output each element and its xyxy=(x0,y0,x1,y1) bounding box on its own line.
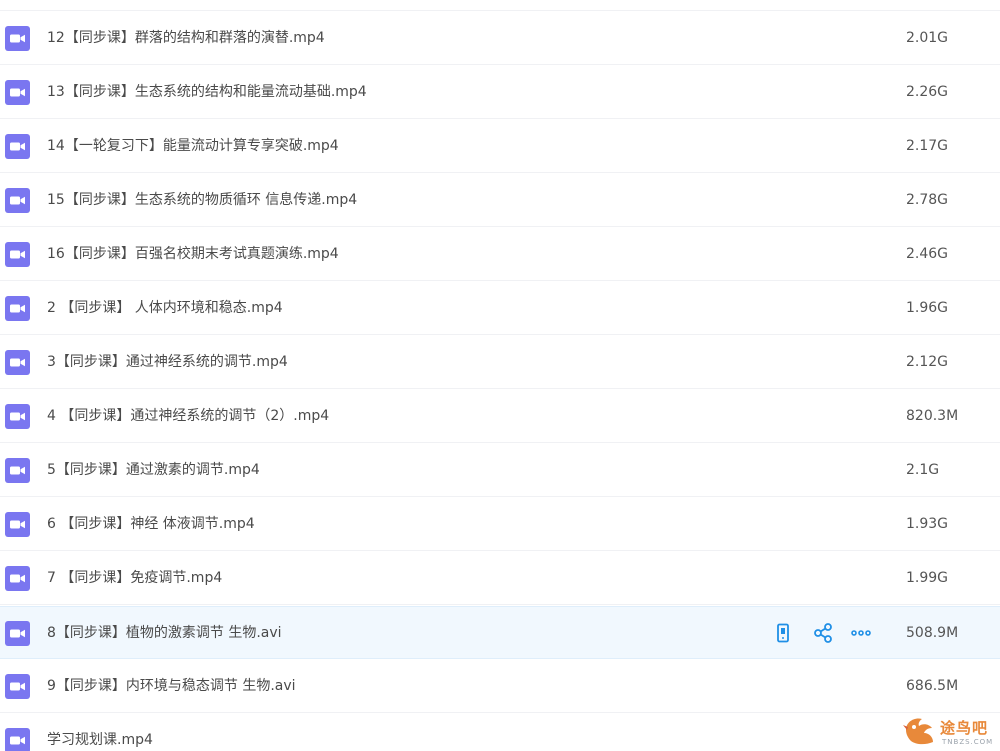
file-name[interactable]: 14【一轮复习下】能量流动计算专享突破.mp4 xyxy=(47,137,339,155)
file-list: 12【同步课】群落的结构和群落的演替.mp4 2.01G 13【同步课】生态系统的结… xyxy=(0,0,1000,751)
file-size: 2.17G xyxy=(906,138,949,154)
video-icon xyxy=(5,728,30,751)
file-name[interactable]: 2 【同步课】 人体内环境和稳态.mp4 xyxy=(47,299,283,317)
video-icon xyxy=(5,134,30,159)
file-size: 2.78G xyxy=(906,192,949,208)
video-icon xyxy=(5,296,30,321)
share-button[interactable] xyxy=(812,622,834,644)
file-row[interactable]: 13【同步课】生态系统的结构和能量流动基础.mp4 2.26G xyxy=(0,66,1000,119)
send-to-phone-button[interactable] xyxy=(772,622,794,644)
file-name[interactable]: 7 【同步课】免疫调节.mp4 xyxy=(47,569,222,587)
file-size: 1.93G xyxy=(906,516,949,532)
video-icon xyxy=(5,242,30,267)
file-size: 2.01G xyxy=(906,30,949,46)
file-row[interactable]: 12【同步课】群落的结构和群落的演替.mp4 2.01G xyxy=(0,12,1000,65)
file-name[interactable]: 13【同步课】生态系统的结构和能量流动基础.mp4 xyxy=(47,83,367,101)
file-name[interactable]: 5【同步课】通过激素的调节.mp4 xyxy=(47,461,260,479)
video-icon xyxy=(5,26,30,51)
file-name[interactable]: 学习规划课.mp4 xyxy=(47,731,153,749)
file-name[interactable]: 8【同步课】植物的激素调节 生物.avi xyxy=(47,624,282,642)
video-icon xyxy=(5,512,30,537)
previous-row-edge xyxy=(0,0,1000,11)
video-icon xyxy=(5,674,30,699)
video-icon xyxy=(5,458,30,483)
file-name[interactable]: 15【同步课】生态系统的物质循环 信息传递.mp4 xyxy=(47,191,357,209)
file-size: 508.9M xyxy=(906,625,959,641)
file-row[interactable]: 9【同步课】内环境与稳态调节 生物.avi 686.5M xyxy=(0,660,1000,713)
file-name[interactable]: 12【同步课】群落的结构和群落的演替.mp4 xyxy=(47,29,325,47)
file-row[interactable]: 7 【同步课】免疫调节.mp4 1.99G xyxy=(0,552,1000,605)
file-row[interactable]: 3【同步课】通过神经系统的调节.mp4 2.12G xyxy=(0,336,1000,389)
file-name[interactable]: 9【同步课】内环境与稳态调节 生物.avi xyxy=(47,677,296,695)
video-icon xyxy=(5,80,30,105)
file-row[interactable]: 4 【同步课】通过神经系统的调节（2）.mp4 820.3M xyxy=(0,390,1000,443)
file-size: 2.12G xyxy=(906,354,949,370)
file-row[interactable]: 5【同步课】通过激素的调节.mp4 2.1G xyxy=(0,444,1000,497)
bird-logo-icon xyxy=(903,718,933,745)
phone-icon xyxy=(777,623,789,643)
video-icon xyxy=(5,188,30,213)
file-row[interactable]: 6 【同步课】神经 体液调节.mp4 1.93G xyxy=(0,498,1000,551)
file-row[interactable]: 2 【同步课】 人体内环境和稳态.mp4 1.96G xyxy=(0,282,1000,335)
file-row[interactable]: 14【一轮复习下】能量流动计算专享突破.mp4 2.17G xyxy=(0,120,1000,173)
watermark: 途鸟吧 TNBZS.COM xyxy=(902,713,998,749)
file-row[interactable]: 8【同步课】植物的激素调节 生物.avi 508.9M xyxy=(0,606,1000,659)
file-name[interactable]: 6 【同步课】神经 体液调节.mp4 xyxy=(47,515,255,533)
file-size: 1.99G xyxy=(906,570,949,586)
file-row[interactable]: 16【同步课】百强名校期末考试真题演练.mp4 2.46G xyxy=(0,228,1000,281)
file-row[interactable]: 学习规划课.mp4 xyxy=(0,714,1000,751)
file-name[interactable]: 3【同步课】通过神经系统的调节.mp4 xyxy=(47,353,288,371)
more-button[interactable] xyxy=(850,622,872,644)
file-size: 1.96G xyxy=(906,300,949,316)
watermark-subtext: TNBZS.COM xyxy=(942,738,994,746)
file-size: 686.5M xyxy=(906,678,959,694)
file-name[interactable]: 16【同步课】百强名校期末考试真题演练.mp4 xyxy=(47,245,339,263)
video-icon xyxy=(5,621,30,646)
file-size: 820.3M xyxy=(906,408,959,424)
video-icon xyxy=(5,566,30,591)
video-icon xyxy=(5,350,30,375)
file-name[interactable]: 4 【同步课】通过神经系统的调节（2）.mp4 xyxy=(47,407,329,425)
more-icon xyxy=(851,630,871,636)
share-icon xyxy=(814,623,832,643)
watermark-text: 途鸟吧 xyxy=(940,719,989,737)
video-icon xyxy=(5,404,30,429)
file-size: 2.46G xyxy=(906,246,949,262)
file-size: 2.1G xyxy=(906,462,940,478)
file-size: 2.26G xyxy=(906,84,949,100)
file-row[interactable]: 15【同步课】生态系统的物质循环 信息传递.mp4 2.78G xyxy=(0,174,1000,227)
